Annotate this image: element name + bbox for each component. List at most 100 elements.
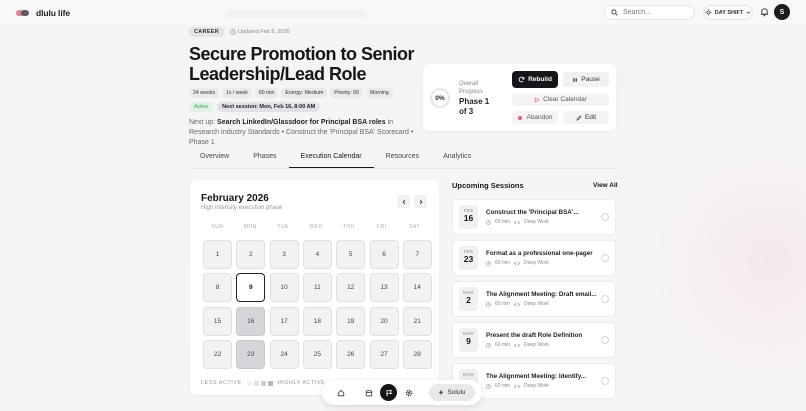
legend-less-label: LESS ACTIVE [201,380,242,386]
session-complete-checkbox[interactable] [601,213,609,221]
calendar-day[interactable]: 20 [369,306,399,336]
session-title: Present the draft Role Definition [486,332,583,339]
calendar-day[interactable]: 18 [302,306,332,336]
calendar-day[interactable]: 2 [236,240,266,269]
home-icon [337,389,344,396]
session-complete-checkbox[interactable] [601,295,609,303]
rebuild-label: Rebuild [528,76,552,83]
next-up-text: Next up: Search LinkedIn/Glassdoor for P… [189,118,419,148]
calendar-day[interactable]: 26 [336,339,366,369]
session-type: Deep Work [524,383,549,389]
solulu-label: Solulu [447,389,466,396]
pause-button[interactable]: Pause [563,72,609,87]
calendar-day[interactable]: 12 [336,273,366,303]
dock-home-button[interactable] [333,385,348,400]
calendar-day[interactable]: 13 [369,273,399,303]
session-complete-checkbox[interactable] [601,254,609,262]
meta-time-of-day: Morning [366,88,393,98]
breadcrumb-placeholder [226,10,366,18]
app-logo[interactable]: dlulu life [16,8,70,18]
calendar-day[interactable]: 15 [203,306,232,336]
calendar-day[interactable]: 4 [302,240,332,269]
pause-icon [573,77,578,82]
session-meta: 60 min Deep Work [486,342,549,348]
calendar-day[interactable]: 22 [203,339,232,369]
legend-more-label: HIGHLY ACTIVE [277,380,326,386]
calendar-day[interactable]: 17 [269,306,299,336]
pencil-icon [576,114,582,121]
weekday-label: TUE [277,224,289,230]
session-card[interactable]: FEB 23 Format as a professional one-pager 6… [452,240,616,276]
prev-month-button[interactable] [397,195,410,208]
search-input[interactable] [623,9,693,16]
session-duration: 60 min [495,260,511,266]
session-card[interactable]: MAR 9 Present the draft Role Definition 60 … [452,322,616,358]
calendar-day[interactable]: 14 [402,273,432,303]
updated-timestamp: Updated Feb 9, 2026 [230,29,290,35]
tab-resources[interactable]: Resources [374,150,431,168]
tab-analytics[interactable]: Analytics [431,150,483,168]
activity-legend: LESS ACTIVE HIGHLY ACTIVE [201,380,325,386]
legend-swatch [246,380,252,386]
solulu-button[interactable]: Solulu [429,384,475,401]
dock-settings-button[interactable] [401,385,416,400]
calendar-day[interactable]: 6 [369,240,399,269]
meta-frequency: 1x / week [221,88,252,98]
calendar-day[interactable]: 19 [336,306,366,336]
calendar-day[interactable]: 16 [236,306,266,336]
clock-icon [486,219,491,225]
session-date: MAR 2 [459,287,478,311]
session-complete-checkbox[interactable] [601,377,609,385]
tab-phases[interactable]: Phases [241,150,288,168]
calendar-day[interactable]: 23 [236,339,266,369]
calendar-day[interactable]: 24 [269,339,299,369]
dock-calendar-button[interactable] [361,385,376,400]
user-avatar[interactable]: S [774,4,790,20]
clock-icon [486,301,491,307]
calendar-day[interactable]: 9 [236,273,266,303]
legend-swatch [267,380,273,386]
status-badge: Active [189,102,214,112]
view-all-link[interactable]: View All [593,182,618,189]
clear-calendar-button[interactable]: Clear Calendar [512,93,609,106]
search-box[interactable] [604,5,695,20]
session-date: MAR 9 [459,328,478,352]
rebuild-button[interactable]: Rebuild [512,71,558,88]
calendar-day[interactable]: 28 [402,339,432,369]
app-name: dlulu life [36,7,70,18]
goal-meta-pills: 24 weeks 1x / week 60 min Energy: Medium… [189,88,421,98]
session-card[interactable]: MAR 2 The Alignment Meeting: Draft email..… [452,281,616,317]
day-shift-toggle[interactable]: DAY SHIFT [703,5,753,20]
next-up-task[interactable]: Search LinkedIn/Glassdoor for Principal … [217,119,386,126]
code-icon [514,302,520,306]
overall-progress-label: Overall Progress [459,81,484,95]
calendar-day[interactable]: 7 [402,240,432,269]
calendar-day[interactable]: 11 [302,273,332,303]
tab-overview[interactable]: Overview [189,150,241,168]
session-card[interactable]: FEB 16 Construct the 'Principal BSA'... 60 … [452,199,616,235]
session-day: 23 [463,254,474,264]
edit-button[interactable]: Edit [563,111,609,124]
calendar-day[interactable]: 3 [269,240,299,269]
bottom-dock: Solulu [322,380,482,405]
calendar-month: February 2026 [201,193,269,204]
calendar-day[interactable]: 5 [336,240,366,269]
calendar-day[interactable]: 8 [203,273,232,303]
notifications-button[interactable] [760,7,769,19]
calendar-day[interactable]: 27 [369,339,399,369]
calendar-day[interactable]: 25 [302,339,332,369]
session-meta: 60 min Deep Work [486,219,549,225]
weekday-header: SUN MON TUE WED THU FRI SAT [201,224,431,230]
calendar-day[interactable]: 21 [402,306,432,336]
dock-goals-button[interactable] [380,384,397,401]
calendar-day[interactable]: 1 [203,240,232,269]
abandon-button[interactable]: Abandon [512,111,558,124]
session-complete-checkbox[interactable] [601,336,609,344]
next-up-prefix: Next up: [189,119,216,126]
next-month-button[interactable] [414,195,427,208]
tab-execution-calendar[interactable]: Execution Calendar [288,150,374,168]
meta-session-length: 60 min [254,88,279,98]
calendar-day[interactable]: 10 [269,273,299,303]
meta-duration: 24 weeks [189,88,219,98]
clock-icon [230,29,236,35]
